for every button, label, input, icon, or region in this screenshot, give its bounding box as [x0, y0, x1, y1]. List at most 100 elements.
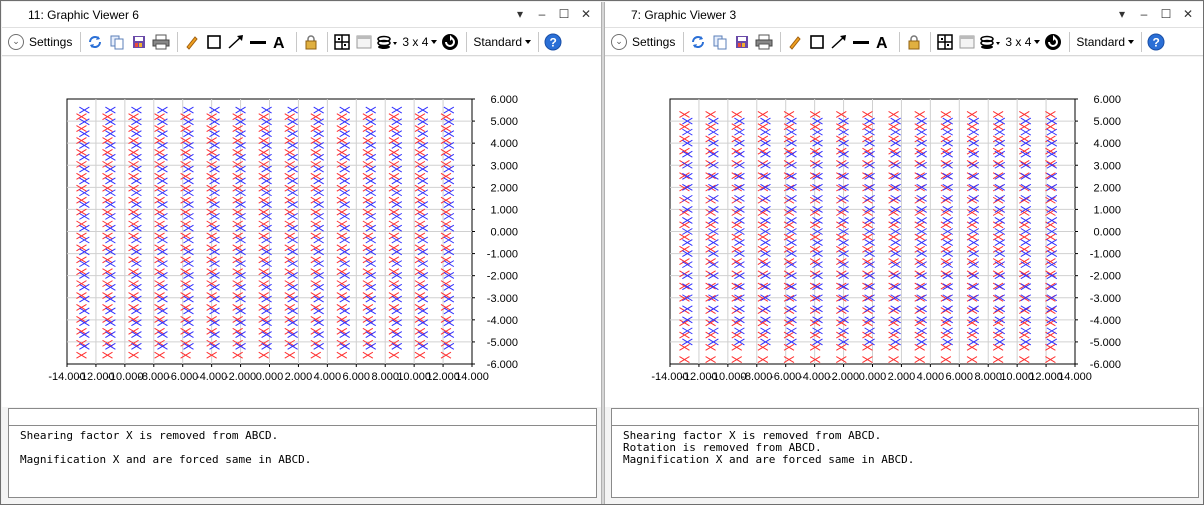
message-console[interactable]: Shearing factor X is removed from ABCD. … — [8, 426, 597, 498]
chevron-down-icon — [525, 39, 532, 44]
rectangle-icon[interactable] — [204, 31, 224, 53]
text-icon[interactable]: A — [873, 31, 893, 53]
app-window: 11: Graphic Viewer 6 ▾ – ☐ ✕ ⌄ Settings — [0, 0, 1204, 505]
print-icon[interactable] — [151, 31, 171, 53]
layers-icon[interactable] — [376, 31, 398, 53]
rotate-icon[interactable] — [440, 31, 460, 53]
settings-label: Settings — [632, 34, 676, 49]
close-icon[interactable]: ✕ — [577, 5, 595, 23]
rotate-icon[interactable] — [1043, 31, 1063, 53]
console-line: Shearing factor X is removed from ABCD. — [20, 429, 279, 442]
copy-icon[interactable] — [107, 31, 127, 53]
x-tick-label: 0.000 — [859, 371, 887, 383]
window-icon[interactable] — [354, 31, 374, 53]
menu-chevron-icon[interactable]: ▾ — [1113, 5, 1131, 23]
settings-circle-icon: ⌄ — [8, 33, 24, 50]
layout-button[interactable]: 3 x 4 — [1003, 31, 1041, 53]
refresh-icon[interactable] — [85, 31, 105, 53]
arrow-icon[interactable] — [829, 31, 849, 53]
x-tick-label: -8.000 — [741, 371, 772, 383]
text-icon[interactable]: A — [270, 31, 290, 53]
graphic-viewer-pane-left: 11: Graphic Viewer 6 ▾ – ☐ ✕ ⌄ Settings — [2, 2, 601, 504]
minimize-icon[interactable]: – — [533, 5, 551, 23]
x-tick-label: 8.000 — [371, 371, 399, 383]
refresh-icon[interactable] — [688, 31, 708, 53]
toolbar-separator — [683, 31, 685, 52]
settings-button[interactable]: ⌄ Settings — [8, 31, 74, 53]
y-tick-label: 5.000 — [490, 116, 518, 128]
line-icon[interactable] — [851, 31, 871, 53]
y-tick-label: -3.000 — [1090, 293, 1121, 305]
x-tick-label: 14.000 — [455, 371, 489, 383]
message-console[interactable]: Shearing factor X is removed from ABCD. … — [611, 426, 1199, 498]
maximize-icon[interactable]: ☐ — [1157, 5, 1175, 23]
close-icon[interactable]: ✕ — [1179, 5, 1197, 23]
layout-button[interactable]: 3 x 4 — [400, 31, 438, 53]
x-tick-label: 2.000 — [285, 371, 313, 383]
x-tick-label: 2.000 — [888, 371, 916, 383]
grid-icon[interactable] — [935, 31, 955, 53]
line-icon[interactable] — [248, 31, 268, 53]
x-tick-label: -8.000 — [138, 371, 169, 383]
maximize-icon[interactable]: ☐ — [555, 5, 573, 23]
toolbar: ⌄ Settings A 3 x 4 Standard ? — [2, 28, 601, 56]
svg-text:?: ? — [550, 35, 557, 49]
menu-chevron-icon[interactable]: ▾ — [511, 5, 529, 23]
grid-icon[interactable] — [332, 31, 352, 53]
pencil-icon[interactable] — [785, 31, 805, 53]
x-tick-label: 6.000 — [343, 371, 371, 383]
lock-icon[interactable] — [904, 31, 924, 53]
plot-area[interactable]: -14.000 -12.000 -10.000 -8.000 -6.000 -4.000-… — [605, 57, 1203, 407]
minimize-icon[interactable]: – — [1135, 5, 1153, 23]
settings-button[interactable]: ⌄ Settings — [611, 31, 677, 53]
toolbar-separator — [899, 31, 901, 52]
layers-icon[interactable] — [979, 31, 1001, 53]
y-tick-label: -5.000 — [487, 337, 518, 349]
lock-icon[interactable] — [301, 31, 321, 53]
x-tick-label: -4.000 — [799, 371, 830, 383]
scatter-plot: -14.000-12.000-10.000-8.000-6.000-4.000-… — [48, 94, 518, 383]
style-dropdown[interactable]: Standard — [1074, 31, 1135, 53]
x-tick-label: 0.000 — [256, 371, 284, 383]
style-label: Standard — [1076, 34, 1126, 49]
y-tick-label: 0.000 — [1093, 227, 1121, 239]
style-dropdown[interactable]: Standard — [471, 31, 532, 53]
save-icon[interactable] — [129, 31, 149, 53]
y-tick-label: -6.000 — [1090, 359, 1121, 371]
pane-titlebar[interactable]: 7: Graphic Viewer 3 ▾ – ☐ ✕ — [605, 2, 1203, 28]
settings-label: Settings — [29, 34, 73, 49]
toolbar-separator — [296, 31, 298, 52]
plot-area[interactable]: -14.000 -12.000 -10.000 -8.000 -6.000 -4.000-… — [2, 57, 601, 407]
pane-title: 7: Graphic Viewer 3 — [631, 8, 737, 22]
toolbar-separator — [538, 31, 540, 52]
chevron-down-icon — [1128, 39, 1135, 44]
graphic-viewer-pane-right: 7: Graphic Viewer 3 ▾ – ☐ ✕ ⌄ Settings A… — [605, 2, 1203, 504]
y-tick-label: 6.000 — [1093, 94, 1121, 106]
y-tick-label: -2.000 — [487, 271, 518, 283]
toolbar-separator — [80, 31, 82, 52]
help-icon[interactable]: ? — [1146, 31, 1166, 53]
rectangle-icon[interactable] — [807, 31, 827, 53]
save-icon[interactable] — [732, 31, 752, 53]
y-tick-label: 1.000 — [490, 204, 518, 216]
x-tick-label: -6.000 — [770, 371, 801, 383]
pencil-icon[interactable] — [182, 31, 202, 53]
toolbar-separator — [780, 31, 782, 52]
y-tick-label: 5.000 — [1093, 116, 1121, 128]
y-tick-label: 3.000 — [490, 160, 518, 172]
window-icon[interactable] — [957, 31, 977, 53]
print-icon[interactable] — [754, 31, 774, 53]
help-icon[interactable]: ? — [543, 31, 563, 53]
y-tick-label: -4.000 — [487, 315, 518, 327]
status-strip — [611, 408, 1199, 426]
arrow-icon[interactable] — [226, 31, 246, 53]
scatter-plot: -14.000-12.000-10.000-8.000-6.000-4.000-… — [651, 94, 1121, 383]
pane-titlebar[interactable]: 11: Graphic Viewer 6 ▾ – ☐ ✕ — [2, 2, 601, 28]
y-tick-label: 6.000 — [490, 94, 518, 106]
toolbar-separator — [930, 31, 932, 52]
copy-icon[interactable] — [710, 31, 730, 53]
svg-text:A: A — [876, 35, 888, 50]
y-tick-label: 4.000 — [1093, 138, 1121, 150]
x-tick-label: 14.000 — [1058, 371, 1092, 383]
toolbar-separator — [1069, 31, 1071, 52]
